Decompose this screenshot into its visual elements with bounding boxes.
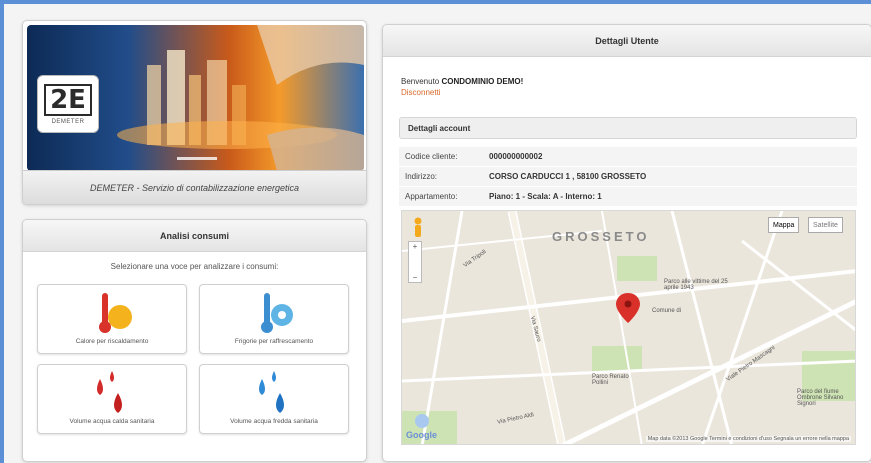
table-row: Codice cliente: 000000000002 <box>399 147 857 166</box>
red-droplets-icon <box>97 371 122 413</box>
zoom-in-icon[interactable]: + <box>413 242 418 251</box>
map-streets <box>402 211 855 444</box>
google-logo: Google <box>406 430 437 440</box>
row-value: CORSO CARDUCCI 1 , 58100 GROSSETO <box>489 172 647 181</box>
utente-title: Dettagli Utente <box>383 25 871 57</box>
map-footer: Map data ©2013 Google Termini e condizio… <box>645 436 851 442</box>
row-key: Appartamento: <box>405 192 458 201</box>
banner-panel: 2E DEMETER DEMETER - Servizio di contabi… <box>22 20 367 205</box>
tile-calore[interactable]: Calore per riscaldamento <box>37 284 187 354</box>
tile-label: Volume acqua calda sanitaria <box>69 418 155 425</box>
pegman-icon[interactable] <box>412 217 424 239</box>
map-type-map-button[interactable]: Mappa <box>768 217 800 233</box>
map-label-park1: Parco alle vittime del 25 aprile 1943 <box>664 279 728 291</box>
map-type-satellite-button[interactable]: Satellite <box>808 217 843 233</box>
dettagli-utente-panel: Dettagli Utente Benvenuto CONDOMINIO DEM… <box>382 24 871 462</box>
account-title: Dettagli account <box>399 117 857 139</box>
blue-droplets-icon <box>259 371 284 413</box>
welcome-text: Benvenuto CONDOMINIO DEMO! <box>401 77 523 86</box>
app-frame: 2E DEMETER DEMETER - Servizio di contabi… <box>0 0 871 463</box>
welcome-prefix: Benvenuto <box>401 77 440 86</box>
zoom-out-icon[interactable]: − <box>413 273 418 282</box>
analisi-subtitle: Selezionare una voce per analizzare i co… <box>110 262 279 271</box>
thermometer-sun-icon <box>99 293 132 333</box>
tile-label: Calore per riscaldamento <box>75 338 149 345</box>
row-value: 000000000002 <box>489 152 543 161</box>
map-label-comune: Comune di <box>652 308 682 314</box>
zoom-control[interactable]: + − <box>408 241 422 283</box>
analisi-consumi-panel: Analisi consumi Selezionare una voce per… <box>22 219 367 462</box>
logout-link[interactable]: Disconnetti <box>401 88 441 97</box>
thermometer-snowflake-icon <box>261 293 293 333</box>
map-label-park3: Parco del fiume Ombrone Silvano Signori <box>797 389 844 407</box>
row-value: Piano: 1 - Scala: A - Interno: 1 <box>489 192 602 201</box>
table-row: Indirizzo: CORSO CARDUCCI 1 , 58100 GROS… <box>399 167 857 186</box>
tile-label: Frigorie per raffrescamento <box>234 338 314 345</box>
logo-text: DEMETER <box>51 118 85 125</box>
row-key: Indirizzo: <box>405 172 438 181</box>
logo-glyph: 2E <box>44 83 92 116</box>
map-label-park2: Parco Renato Pollini <box>592 374 629 386</box>
table-row: Appartamento: Piano: 1 - Scala: A - Inte… <box>399 187 857 206</box>
row-key: Codice cliente: <box>405 152 458 161</box>
logo: 2E DEMETER <box>37 75 99 133</box>
map-city-label: GROSSETO <box>552 229 650 244</box>
analisi-title: Analisi consumi <box>23 220 366 252</box>
tile-acqua-fredda[interactable]: Volume acqua fredda sanitaria <box>199 364 349 434</box>
welcome-name: CONDOMINIO DEMO! <box>441 77 524 86</box>
tile-label: Volume acqua fredda sanitaria <box>230 418 318 425</box>
banner-caption: DEMETER - Servizio di contabilizzazione … <box>23 170 366 204</box>
tile-frigorie[interactable]: Frigorie per raffrescamento <box>199 284 349 354</box>
account-table: Codice cliente: 000000000002 Indirizzo: … <box>399 147 857 207</box>
tile-acqua-calda[interactable]: Volume acqua calda sanitaria <box>37 364 187 434</box>
banner-image: 2E DEMETER <box>27 25 364 171</box>
map[interactable]: + − Mappa Satellite GROSSETO Parco alle … <box>401 210 856 445</box>
